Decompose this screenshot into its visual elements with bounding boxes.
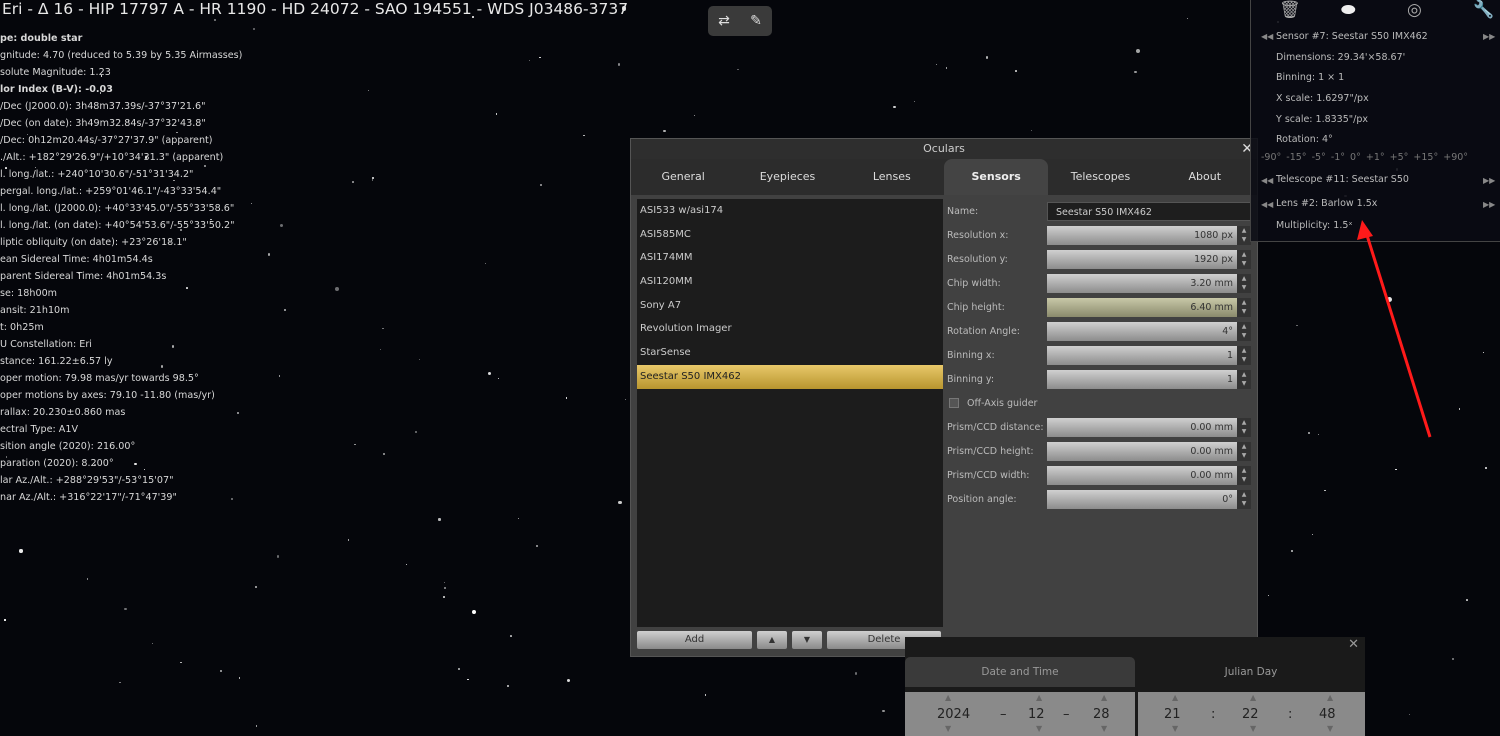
increment-icon[interactable]: ▲: [1101, 693, 1107, 702]
decrement-icon[interactable]: ▼: [1327, 724, 1333, 733]
decrement-icon[interactable]: ▼: [1036, 724, 1042, 733]
tab-date-time[interactable]: Date and Time: [905, 657, 1135, 687]
increment-icon[interactable]: ▲: [1172, 693, 1178, 702]
year-spinner[interactable]: 2024: [937, 707, 970, 722]
tab-julian-day[interactable]: Julian Day: [1137, 657, 1365, 687]
hour-spinner[interactable]: 21: [1164, 707, 1181, 722]
increment-icon[interactable]: ▲: [1250, 693, 1256, 702]
separator: :: [1211, 707, 1216, 722]
day-spinner[interactable]: 28: [1093, 707, 1110, 722]
decrement-icon[interactable]: ▼: [945, 724, 951, 733]
decrement-icon[interactable]: ▼: [1172, 724, 1178, 733]
close-icon[interactable]: ✕: [1348, 637, 1359, 652]
date-time-panel: ✕ Date and Time Julian Day 2024 – 12 – 2…: [905, 637, 1365, 736]
month-spinner[interactable]: 12: [1028, 707, 1045, 722]
separator: –: [1000, 707, 1007, 722]
red-arrow-annotation: [1357, 220, 1432, 438]
increment-icon[interactable]: ▲: [1036, 693, 1042, 702]
decrement-icon[interactable]: ▼: [1250, 724, 1256, 733]
second-spinner[interactable]: 48: [1319, 707, 1336, 722]
increment-icon[interactable]: ▲: [1327, 693, 1333, 702]
separator: :: [1288, 707, 1293, 722]
increment-icon[interactable]: ▲: [945, 693, 951, 702]
separator: –: [1063, 707, 1070, 722]
decrement-icon[interactable]: ▼: [1101, 724, 1107, 733]
minute-spinner[interactable]: 22: [1242, 707, 1259, 722]
